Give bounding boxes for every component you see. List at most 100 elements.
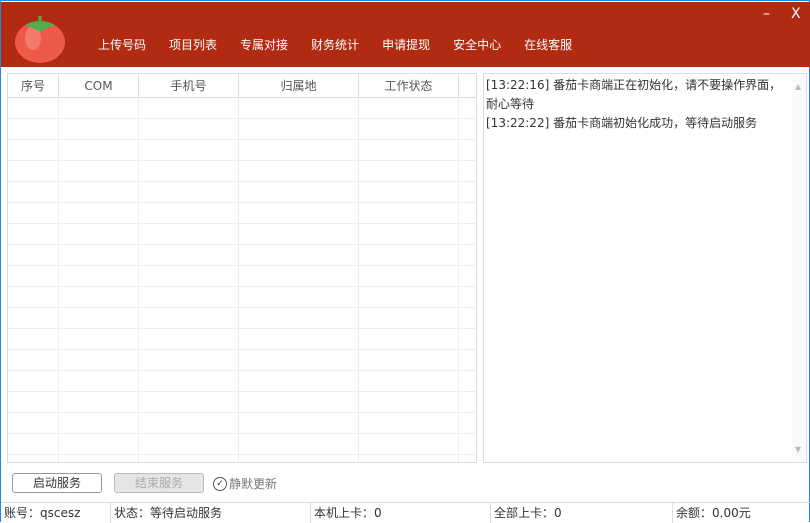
table-cell (59, 413, 139, 433)
table-cell (459, 287, 476, 307)
nav-support[interactable]: 在线客服 (524, 36, 572, 53)
table-cell (359, 245, 459, 265)
table-cell (359, 182, 459, 202)
table-row[interactable] (8, 329, 476, 350)
table-cell (459, 455, 476, 462)
table-cell (8, 140, 59, 160)
table-cell (139, 224, 239, 244)
table-cell (8, 371, 59, 391)
table-cell (8, 329, 59, 349)
table-cell (139, 350, 239, 370)
table-cell (8, 413, 59, 433)
table-cell (8, 434, 59, 454)
table-row[interactable] (8, 203, 476, 224)
table-cell (359, 392, 459, 412)
table-cell (239, 392, 359, 412)
table-row[interactable] (8, 245, 476, 266)
table-row[interactable] (8, 140, 476, 161)
table-cell (239, 98, 359, 118)
table-row[interactable] (8, 413, 476, 434)
status-account: 账号：qscesz (1, 503, 111, 523)
table-cell (59, 161, 139, 181)
silent-update-checkbox[interactable]: ✓ 静默更新 (213, 475, 277, 492)
scroll-up-icon[interactable]: ▲ (795, 77, 801, 96)
table-cell (459, 140, 476, 160)
table-row[interactable] (8, 350, 476, 371)
stop-service-button[interactable]: 结束服务 (114, 473, 204, 493)
table-cell (59, 350, 139, 370)
table-cell (59, 455, 139, 462)
table-cell (59, 371, 139, 391)
nav-upload-numbers[interactable]: 上传号码 (98, 36, 146, 53)
table-row[interactable] (8, 98, 476, 119)
table-cell (459, 161, 476, 181)
table-cell (239, 119, 359, 139)
tomato-logo-icon (15, 16, 65, 63)
table-row[interactable] (8, 161, 476, 182)
table-cell (239, 434, 359, 454)
table-cell (239, 140, 359, 160)
minimize-button[interactable]: – (763, 6, 770, 22)
start-service-button[interactable]: 启动服务 (12, 473, 102, 493)
table-cell (139, 308, 239, 328)
table-cell (139, 434, 239, 454)
status-all-cards: 全部上卡：0 (491, 503, 673, 523)
table-cell (359, 329, 459, 349)
table-cell (59, 140, 139, 160)
table-cell (359, 371, 459, 391)
table-cell (139, 245, 239, 265)
col-extra (459, 74, 476, 97)
close-button[interactable]: X (791, 6, 801, 22)
table-cell (359, 413, 459, 433)
table-cell (8, 224, 59, 244)
col-index[interactable]: 序号 (8, 74, 59, 97)
table-cell (8, 203, 59, 223)
table-row[interactable] (8, 308, 476, 329)
table-row[interactable] (8, 182, 476, 203)
nav-finance[interactable]: 财务统计 (311, 36, 359, 53)
table-cell (59, 329, 139, 349)
col-status[interactable]: 工作状态 (359, 74, 459, 97)
nav-project-list[interactable]: 项目列表 (169, 36, 217, 53)
col-phone[interactable]: 手机号 (139, 74, 239, 97)
table-row[interactable] (8, 434, 476, 455)
table-cell (459, 329, 476, 349)
table-row[interactable] (8, 392, 476, 413)
table-cell (239, 161, 359, 181)
table-cell (359, 455, 459, 462)
col-location[interactable]: 归属地 (239, 74, 359, 97)
table-cell (139, 119, 239, 139)
table-cell (239, 413, 359, 433)
table-cell (139, 161, 239, 181)
table-cell (139, 140, 239, 160)
table-row[interactable] (8, 224, 476, 245)
table-cell (359, 203, 459, 223)
table-cell (459, 266, 476, 286)
table-row[interactable] (8, 119, 476, 140)
silent-update-label: 静默更新 (229, 477, 278, 491)
table-cell (8, 266, 59, 286)
table-cell (359, 161, 459, 181)
table-cell (359, 287, 459, 307)
nav-exclusive[interactable]: 专属对接 (240, 36, 288, 53)
scroll-down-icon[interactable]: ▼ (795, 440, 801, 459)
table-cell (359, 140, 459, 160)
table-cell (8, 308, 59, 328)
nav-withdraw[interactable]: 申请提现 (382, 36, 430, 53)
col-com[interactable]: COM (59, 74, 139, 97)
status-bar: 账号：qscesz 状态：等待启动服务 本机上卡：0 全部上卡：0 余额：0.0… (1, 502, 810, 523)
log-scrollbar[interactable]: ▲ ▼ (792, 74, 806, 462)
nav-security[interactable]: 安全中心 (453, 36, 501, 53)
table-row[interactable] (8, 266, 476, 287)
table-row[interactable] (8, 287, 476, 308)
table-cell (59, 203, 139, 223)
table-cell (59, 392, 139, 412)
table-cell (459, 308, 476, 328)
table-cell (239, 224, 359, 244)
table-row[interactable] (8, 455, 476, 462)
table-row[interactable] (8, 371, 476, 392)
table-cell (239, 350, 359, 370)
table-cell (139, 455, 239, 462)
table-cell (239, 308, 359, 328)
status-local-cards: 本机上卡：0 (311, 503, 491, 523)
